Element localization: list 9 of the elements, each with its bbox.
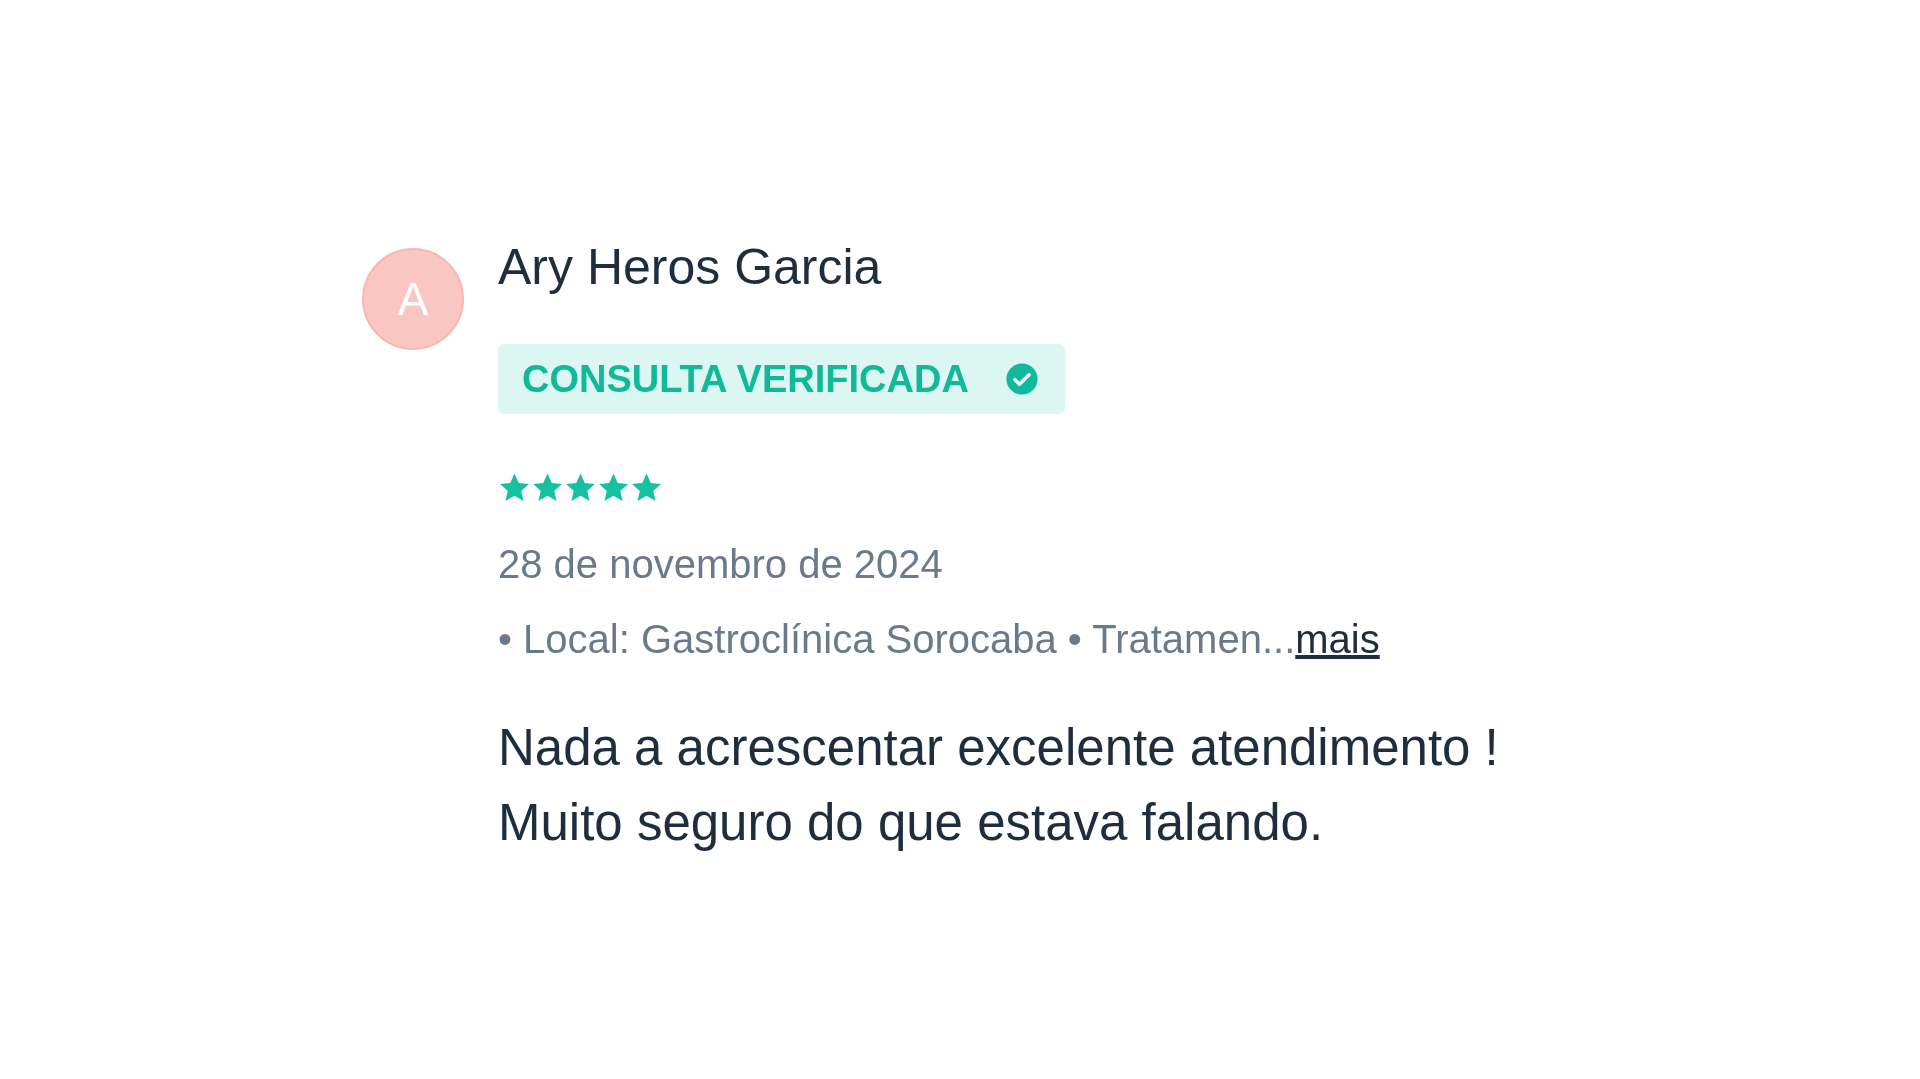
more-link[interactable]: mais xyxy=(1295,617,1380,662)
avatar: A xyxy=(362,248,464,350)
check-icon xyxy=(1004,362,1039,396)
review-text: Nada a acrescentar excelente atendimento ! xyxy=(498,718,1499,778)
author-name: Ary Heros Garcia xyxy=(498,242,882,292)
badge-label: CONSULTA VERIFICADA xyxy=(522,357,969,401)
review-text: Muito seguro do que estava falando. xyxy=(498,793,1325,853)
review-date: 28 de novembro de 2024 xyxy=(498,542,943,587)
location-details: • Local: Gastroclínica Sorocaba • Tratamen... xyxy=(498,617,1296,662)
